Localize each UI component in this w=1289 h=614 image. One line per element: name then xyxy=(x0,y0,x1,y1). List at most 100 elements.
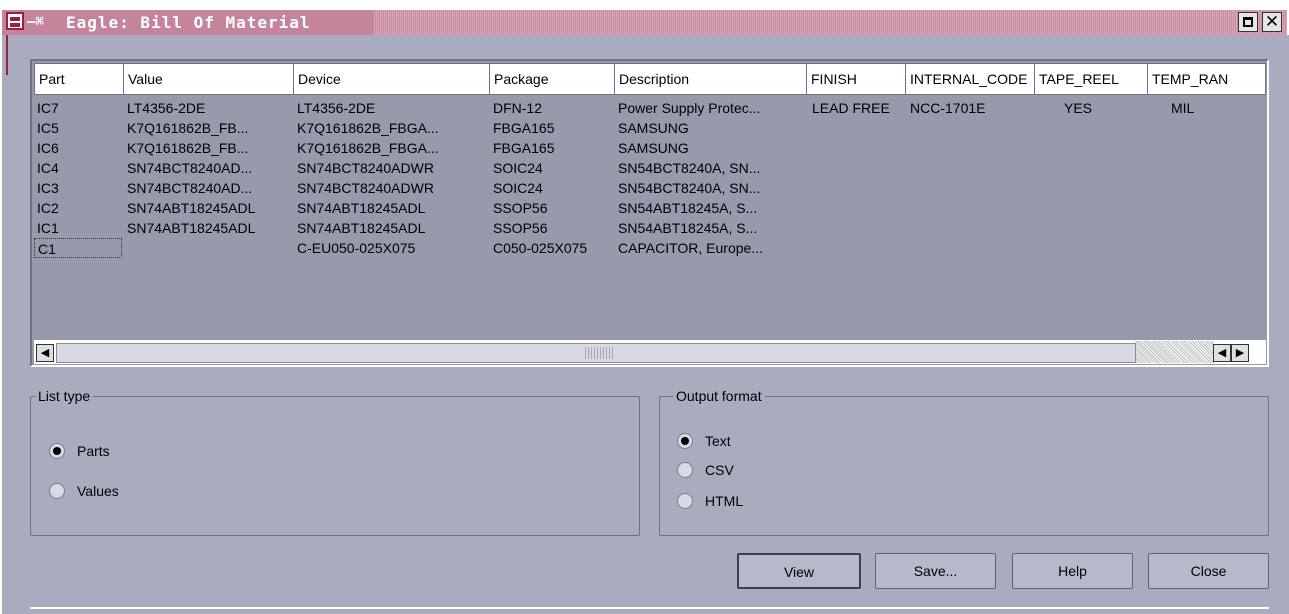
col-header-tape-reel[interactable]: TAPE_REEL xyxy=(1034,63,1148,95)
col-header-temp-range[interactable]: TEMP_RAN xyxy=(1147,63,1266,95)
table-cell[interactable]: NCC-1701E xyxy=(910,98,1036,118)
table-cell[interactable] xyxy=(1064,118,1144,138)
table-cell[interactable] xyxy=(910,138,1036,158)
close-window-button[interactable]: ✕ xyxy=(1262,12,1282,32)
table-cell[interactable] xyxy=(1171,118,1261,138)
table-cell[interactable] xyxy=(1064,178,1144,198)
radio-values-indicator[interactable] xyxy=(49,483,65,499)
table-cell[interactable]: K7Q161862B_FB... xyxy=(127,138,295,158)
table-cell[interactable]: LT4356-2DE xyxy=(127,98,295,118)
table-cell[interactable]: Power Supply Protec... xyxy=(618,98,806,118)
table-cell[interactable] xyxy=(910,198,1036,218)
maximize-button[interactable] xyxy=(1238,12,1258,32)
table-cell[interactable]: IC6 xyxy=(37,138,121,158)
table-cell[interactable]: IC7 xyxy=(37,98,121,118)
title-bar[interactable]: —⌘ Eagle: Bill Of Material ✕ xyxy=(0,0,1289,35)
table-cell[interactable]: SAMSUNG xyxy=(618,118,806,138)
table-cell[interactable] xyxy=(812,238,908,258)
table-cell[interactable] xyxy=(1171,218,1261,238)
table-cell[interactable] xyxy=(812,138,908,158)
scroll-left-button[interactable]: ◀ xyxy=(36,344,54,362)
col-header-value[interactable]: Value xyxy=(123,63,294,95)
table-cell[interactable]: SSOP56 xyxy=(493,218,617,238)
table-cell[interactable]: SN74BCT8240AD... xyxy=(127,178,295,198)
col-header-package[interactable]: Package xyxy=(489,63,615,95)
table-cell[interactable] xyxy=(910,158,1036,178)
table-cell[interactable]: IC2 xyxy=(37,198,121,218)
scroll-right-button[interactable]: ▶ xyxy=(1231,344,1249,362)
table-cell[interactable]: SSOP56 xyxy=(493,198,617,218)
table-cell[interactable]: SN74BCT8240ADWR xyxy=(297,178,489,198)
save-button[interactable]: Save... xyxy=(875,553,996,589)
pin-icon[interactable]: —⌘ xyxy=(27,14,61,30)
close-button[interactable]: Close xyxy=(1148,553,1269,589)
table-cell[interactable]: CAPACITOR, Europe... xyxy=(618,238,806,258)
table-cell[interactable] xyxy=(1171,138,1261,158)
table-cell[interactable]: IC1 xyxy=(37,218,121,238)
table-cell[interactable] xyxy=(910,238,1036,258)
table-cell[interactable]: LT4356-2DE xyxy=(297,98,489,118)
table-cell[interactable] xyxy=(812,218,908,238)
table-cell[interactable]: FBGA165 xyxy=(493,118,617,138)
table-cell[interactable]: SN74BCT8240AD... xyxy=(127,158,295,178)
table-cell[interactable] xyxy=(1064,218,1144,238)
table-cell[interactable] xyxy=(1064,238,1144,258)
scroll-thumb[interactable] xyxy=(56,343,1136,363)
table-cell[interactable]: LEAD FREE xyxy=(812,98,908,118)
view-button[interactable]: View xyxy=(737,553,861,589)
table-cell[interactable]: SOIC24 xyxy=(493,178,617,198)
table-cell[interactable] xyxy=(1064,198,1144,218)
table-cell[interactable] xyxy=(1064,158,1144,178)
radio-text[interactable]: Text xyxy=(677,430,731,452)
table-cell[interactable]: YES xyxy=(1064,98,1144,118)
col-header-device[interactable]: Device xyxy=(293,63,490,95)
table-cell[interactable] xyxy=(1064,138,1144,158)
table-cell[interactable] xyxy=(1171,198,1261,218)
table-cell[interactable]: SN74ABT18245ADL xyxy=(127,198,295,218)
radio-parts[interactable]: Parts xyxy=(49,440,110,462)
table-cell[interactable]: IC5 xyxy=(37,118,121,138)
table-cell[interactable]: SN54BCT8240A, SN... xyxy=(618,158,806,178)
radio-text-indicator[interactable] xyxy=(677,433,693,449)
table-cell[interactable]: K7Q161862B_FBGA... xyxy=(297,118,489,138)
table-cell[interactable]: K7Q161862B_FBGA... xyxy=(297,138,489,158)
col-header-description[interactable]: Description xyxy=(614,63,807,95)
eagle-app-icon[interactable] xyxy=(6,12,24,30)
table-cell[interactable]: C-EU050-025X075 xyxy=(297,238,489,258)
table-cell[interactable]: SOIC24 xyxy=(493,158,617,178)
radio-csv[interactable]: CSV xyxy=(677,459,734,481)
table-cell[interactable] xyxy=(910,218,1036,238)
table-cell[interactable]: C050-025X075 xyxy=(493,238,617,258)
table-cell[interactable]: SN54ABT18245A, S... xyxy=(618,198,806,218)
table-cell[interactable] xyxy=(812,118,908,138)
col-header-part[interactable]: Part xyxy=(34,63,124,95)
col-header-finish[interactable]: FINISH xyxy=(806,63,906,95)
table-cell[interactable]: SAMSUNG xyxy=(618,138,806,158)
table-cell[interactable]: SN74ABT18245ADL xyxy=(127,218,295,238)
table-cell[interactable] xyxy=(812,198,908,218)
table-cell[interactable]: K7Q161862B_FB... xyxy=(127,118,295,138)
table-cell[interactable] xyxy=(812,178,908,198)
table-cell[interactable] xyxy=(127,238,295,258)
help-button[interactable]: Help xyxy=(1012,553,1133,589)
table-cell[interactable]: SN54BCT8240A, SN... xyxy=(618,178,806,198)
table-cell[interactable]: SN74ABT18245ADL xyxy=(297,218,489,238)
table-cell[interactable]: C1 xyxy=(34,238,122,258)
radio-html-indicator[interactable] xyxy=(677,493,693,509)
table-cell[interactable]: MIL xyxy=(1171,98,1261,118)
table-cell[interactable]: DFN-12 xyxy=(493,98,617,118)
table-cell[interactable]: SN74BCT8240ADWR xyxy=(297,158,489,178)
table-cell[interactable]: IC4 xyxy=(37,158,121,178)
table-cell[interactable] xyxy=(910,118,1036,138)
radio-html[interactable]: HTML xyxy=(677,490,743,512)
table-cell[interactable] xyxy=(910,178,1036,198)
radio-csv-indicator[interactable] xyxy=(677,462,693,478)
table-cell[interactable]: SN54ABT18245A, S... xyxy=(618,218,806,238)
table-cell[interactable] xyxy=(1171,238,1261,258)
table-cell[interactable] xyxy=(1171,178,1261,198)
table-cell[interactable] xyxy=(812,158,908,178)
table-cell[interactable] xyxy=(1171,158,1261,178)
scroll-left-button-2[interactable]: ◀ xyxy=(1213,344,1231,362)
radio-parts-indicator[interactable] xyxy=(49,443,65,459)
table-cell[interactable]: SN74ABT18245ADL xyxy=(297,198,489,218)
